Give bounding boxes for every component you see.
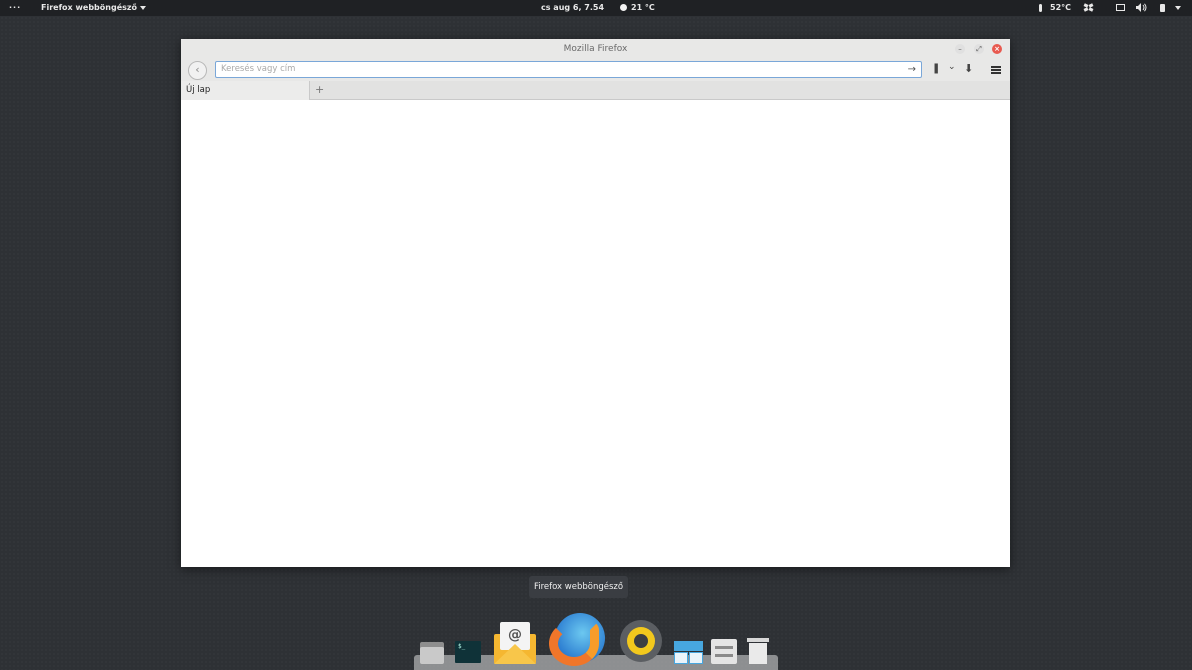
navigation-toolbar: ‹ Keresés vagy cím → ❚ ⌄ ⬇	[181, 59, 1010, 81]
files-icon[interactable]	[420, 638, 444, 664]
top-panel: ··· Firefox webböngésző cs aug 6, 7.54 2…	[0, 0, 1192, 16]
dropbox-icon[interactable]	[1083, 0, 1094, 16]
display-icon[interactable]	[1116, 0, 1125, 16]
back-arrow-icon: ‹	[195, 63, 200, 76]
battery-icon[interactable]	[1160, 0, 1165, 16]
url-placeholder: Keresés vagy cím	[221, 64, 296, 74]
app-menu-label: Firefox webböngésző	[41, 3, 138, 12]
back-button[interactable]: ‹	[188, 61, 207, 80]
clock[interactable]: cs aug 6, 7.54	[541, 0, 604, 16]
firefox-window: Mozilla Firefox – ⤢ × ‹ Keresés vagy cím…	[181, 39, 1010, 567]
weather-label: 21 °C	[631, 3, 655, 12]
mail-icon[interactable]: @	[494, 622, 536, 664]
firefox-icon[interactable]	[549, 611, 607, 667]
sun-icon	[620, 4, 627, 11]
bookmarks-menu-chevron-icon[interactable]: ⌄	[948, 62, 956, 72]
minimize-button[interactable]: –	[955, 44, 965, 54]
url-bar[interactable]: Keresés vagy cím →	[215, 61, 922, 78]
window-manager-icon[interactable]	[674, 641, 703, 664]
volume-icon[interactable]	[1136, 0, 1147, 16]
page-content[interactable]	[181, 101, 1010, 567]
download-icon[interactable]: ⬇	[964, 62, 973, 75]
rhythmbox-icon[interactable]	[620, 620, 662, 662]
thermometer-icon	[1039, 0, 1042, 16]
terminal-icon[interactable]: $_	[455, 641, 481, 663]
app-menu[interactable]: Firefox webböngésző	[41, 0, 147, 16]
go-arrow-icon[interactable]: →	[908, 62, 916, 77]
system-menu-caret-icon[interactable]	[1175, 0, 1181, 16]
tab-new-tab[interactable]: Új lap	[181, 81, 310, 100]
tab-bar: Új lap +	[181, 81, 1010, 100]
maximize-button[interactable]: ⤢	[974, 44, 984, 54]
cpu-temperature[interactable]: 52°C	[1050, 0, 1071, 16]
trash-icon[interactable]	[747, 638, 769, 664]
activities-button[interactable]: ···	[9, 0, 21, 16]
close-button[interactable]: ×	[992, 44, 1002, 54]
window-title: Mozilla Firefox	[563, 44, 628, 54]
new-tab-button[interactable]: +	[315, 81, 324, 100]
dock-tooltip: Firefox webböngésző	[529, 576, 628, 598]
hamburger-menu-icon[interactable]	[991, 66, 1001, 74]
bookmark-icon[interactable]: ❚	[932, 63, 940, 74]
settings-icon[interactable]	[711, 639, 737, 664]
caret-down-icon	[140, 5, 147, 10]
window-titlebar[interactable]: Mozilla Firefox – ⤢ ×	[181, 39, 1010, 59]
weather-indicator[interactable]: 21 °C	[620, 0, 655, 16]
